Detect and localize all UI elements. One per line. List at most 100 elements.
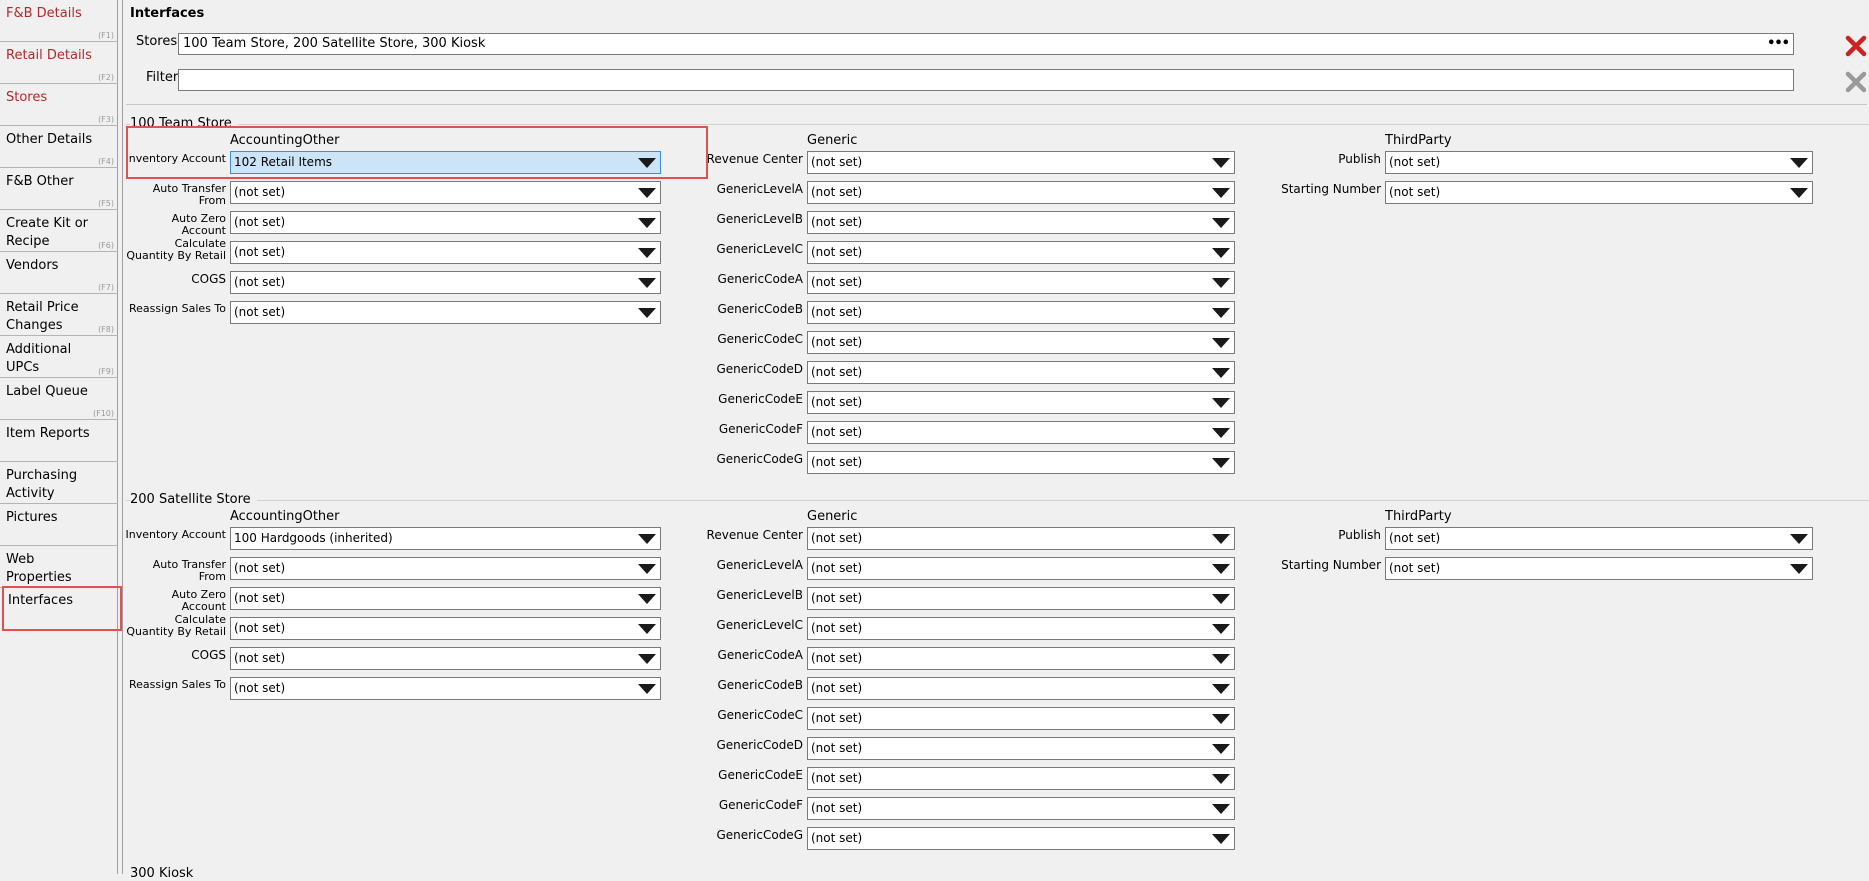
thirdparty-select[interactable]: (not set) — [1385, 151, 1813, 174]
generic-select[interactable]: (not set) — [807, 211, 1235, 234]
sidebar-item-11[interactable]: Purchasing Activity — [0, 462, 118, 504]
generic-select[interactable]: (not set) — [807, 587, 1235, 610]
sidebar-item-12[interactable]: Pictures — [0, 504, 118, 546]
generic-row-label: GenericCodeB — [717, 302, 804, 316]
chevron-down-icon[interactable] — [1212, 684, 1230, 694]
select-value: (not set) — [811, 621, 863, 635]
generic-select[interactable]: (not set) — [807, 361, 1235, 384]
sidebar-item-14[interactable]: Interfaces — [2, 586, 122, 631]
generic-select[interactable]: (not set) — [807, 647, 1235, 670]
more-icon[interactable]: ••• — [1767, 34, 1790, 54]
sidebar: F&B Details (F1) Retail Details (F2) Stores (… — [0, 0, 122, 874]
sidebar-item-label: F&B Details — [6, 6, 82, 21]
sidebar-item-4[interactable]: F&B Other (F5) — [0, 168, 118, 210]
sidebar-item-5[interactable]: Create Kit or Recipe (F6) — [0, 210, 118, 252]
chevron-down-icon[interactable] — [1212, 308, 1230, 318]
chevron-down-icon[interactable] — [1790, 158, 1808, 168]
sidebar-item-8[interactable]: Additional UPCs (F9) — [0, 336, 118, 378]
chevron-down-icon[interactable] — [1212, 218, 1230, 228]
thirdparty-row-label: Publish — [1338, 152, 1381, 166]
sidebar-item-label: Retail Details — [6, 48, 92, 63]
chevron-down-icon[interactable] — [1212, 654, 1230, 664]
sidebar-item-shortcut: (F6) — [98, 241, 114, 250]
chevron-down-icon[interactable] — [1212, 458, 1230, 468]
sidebar-item-shortcut: (F1) — [98, 31, 114, 40]
accounting-row-label: Auto Transfer From — [152, 182, 226, 207]
chevron-down-icon[interactable] — [1212, 594, 1230, 604]
sidebar-item-label: Purchasing Activity — [6, 468, 78, 501]
generic-row-label: Revenue Center — [706, 528, 803, 542]
sidebar-item-1[interactable]: Retail Details (F2) — [0, 42, 118, 84]
chevron-down-icon[interactable] — [1212, 398, 1230, 408]
select-value: (not set) — [811, 831, 863, 845]
select-value: (not set) — [1389, 531, 1441, 545]
generic-select[interactable]: (not set) — [807, 271, 1235, 294]
sidebar-item-6[interactable]: Vendors (F7) — [0, 252, 118, 294]
chevron-down-icon[interactable] — [1212, 248, 1230, 258]
generic-select[interactable]: (not set) — [807, 391, 1235, 414]
thirdparty-row-label: Starting Number — [1281, 558, 1381, 572]
sidebar-item-3[interactable]: Other Details (F4) — [0, 126, 118, 168]
generic-select[interactable]: (not set) — [807, 331, 1235, 354]
clear-filter-icon[interactable] — [1845, 71, 1867, 93]
chevron-down-icon[interactable] — [1790, 534, 1808, 544]
generic-select[interactable]: (not set) — [807, 797, 1235, 820]
thirdparty-select[interactable]: (not set) — [1385, 181, 1813, 204]
chevron-down-icon[interactable] — [1212, 368, 1230, 378]
stores-field[interactable]: 100 Team Store, 200 Satellite Store, 300… — [178, 33, 1794, 55]
clear-stores-icon[interactable] — [1845, 35, 1867, 57]
generic-row-label: GenericCodeG — [716, 828, 803, 842]
chevron-down-icon[interactable] — [1212, 744, 1230, 754]
sidebar-divider — [122, 0, 123, 874]
generic-select[interactable]: (not set) — [807, 241, 1235, 264]
generic-select[interactable]: (not set) — [807, 301, 1235, 324]
generic-row-label: GenericCodeC — [717, 332, 803, 346]
generic-select[interactable]: (not set) — [807, 421, 1235, 444]
chevron-down-icon[interactable] — [1212, 624, 1230, 634]
sidebar-item-9[interactable]: Label Queue (F10) — [0, 378, 118, 420]
chevron-down-icon[interactable] — [1212, 428, 1230, 438]
chevron-down-icon[interactable] — [1212, 774, 1230, 784]
generic-select[interactable]: (not set) — [807, 827, 1235, 850]
select-value: (not set) — [811, 275, 863, 289]
accounting-row-label: Inventory Account — [125, 152, 226, 165]
generic-select[interactable]: (not set) — [807, 767, 1235, 790]
section-rule — [126, 500, 1869, 501]
sidebar-item-label: Vendors — [6, 258, 59, 273]
generic-row-label: GenericLevelA — [716, 558, 803, 572]
generic-select[interactable]: (not set) — [807, 707, 1235, 730]
chevron-down-icon[interactable] — [1212, 834, 1230, 844]
thirdparty-header: ThirdParty — [1385, 509, 1452, 524]
section-rule — [126, 124, 1869, 125]
chevron-down-icon[interactable] — [1212, 338, 1230, 348]
chevron-down-icon[interactable] — [1212, 278, 1230, 288]
generic-select[interactable]: (not set) — [807, 617, 1235, 640]
generic-select[interactable]: (not set) — [807, 677, 1235, 700]
thirdparty-select[interactable]: (not set) — [1385, 557, 1813, 580]
generic-row-label: GenericCodeG — [716, 452, 803, 466]
filter-input[interactable] — [178, 69, 1794, 91]
chevron-down-icon[interactable] — [1790, 564, 1808, 574]
select-value: (not set) — [811, 215, 863, 229]
chevron-down-icon[interactable] — [1212, 804, 1230, 814]
sidebar-item-label: Item Reports — [6, 426, 90, 441]
sidebar-item-label: Label Queue — [6, 384, 88, 399]
sidebar-item-2[interactable]: Stores (F3) — [0, 84, 118, 126]
sidebar-item-label: Interfaces — [8, 593, 73, 608]
select-value: (not set) — [1389, 561, 1441, 575]
thirdparty-select[interactable]: (not set) — [1385, 527, 1813, 550]
select-value: (not set) — [811, 681, 863, 695]
sidebar-item-0[interactable]: F&B Details (F1) — [0, 0, 118, 42]
sidebar-item-10[interactable]: Item Reports — [0, 420, 118, 462]
stores-label: Stores — [136, 34, 178, 49]
sidebar-item-7[interactable]: Retail Price Changes (F8) — [0, 294, 118, 336]
page-title: Interfaces — [130, 6, 205, 21]
generic-row-label: GenericCodeE — [718, 392, 803, 406]
generic-row-label: GenericLevelA — [716, 182, 803, 196]
chevron-down-icon[interactable] — [1212, 714, 1230, 724]
sidebar-item-13[interactable]: Web Properties — [0, 546, 118, 588]
generic-select[interactable]: (not set) — [807, 451, 1235, 474]
chevron-down-icon[interactable] — [1790, 188, 1808, 198]
filter-label: Filter — [146, 70, 179, 85]
generic-select[interactable]: (not set) — [807, 737, 1235, 760]
